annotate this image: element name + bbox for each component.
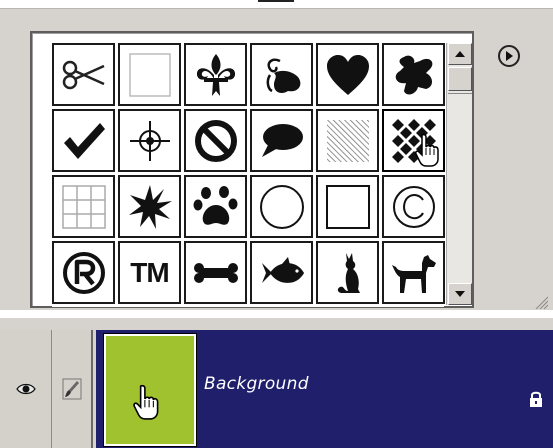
diagonal-lines-icon bbox=[326, 119, 369, 162]
heart-icon bbox=[326, 54, 369, 95]
paw-print-icon bbox=[193, 185, 237, 225]
shape-dog[interactable] bbox=[382, 241, 445, 304]
blank-frame-icon bbox=[128, 52, 171, 97]
layer-visibility-toggle[interactable] bbox=[0, 330, 52, 448]
fleur-de-lis-icon bbox=[196, 53, 235, 96]
shape-grid[interactable] bbox=[52, 175, 115, 238]
lock-icon bbox=[530, 391, 542, 407]
shape-circle[interactable] bbox=[250, 175, 313, 238]
ornament-icon bbox=[266, 57, 300, 93]
shape-ornament[interactable] bbox=[250, 43, 313, 106]
speech-bubble-icon bbox=[261, 123, 303, 157]
play-arrow-icon bbox=[506, 51, 513, 61]
shape-diagonal-lines[interactable] bbox=[316, 109, 379, 172]
fish-icon bbox=[261, 256, 304, 283]
cat-icon bbox=[337, 252, 360, 293]
grid-icon bbox=[61, 184, 106, 229]
dog-icon bbox=[391, 254, 436, 293]
scroll-up-button[interactable] bbox=[448, 43, 472, 65]
registered-icon bbox=[62, 251, 105, 294]
trademark-label: TM bbox=[130, 256, 169, 288]
shape-square[interactable] bbox=[316, 175, 379, 238]
panel-gap bbox=[0, 310, 553, 318]
shape-speech-bubble[interactable] bbox=[250, 109, 313, 172]
shape-fish[interactable] bbox=[250, 241, 313, 304]
shape-picker-frame: TM bbox=[30, 31, 474, 308]
shape-bone[interactable] bbox=[184, 241, 247, 304]
shape-registered[interactable] bbox=[52, 241, 115, 304]
top-strip bbox=[0, 0, 553, 8]
layer-row-background[interactable]: Background bbox=[0, 318, 553, 448]
top-notch bbox=[258, 0, 294, 2]
target-icon bbox=[129, 120, 170, 161]
shape-blank-frame[interactable] bbox=[118, 43, 181, 106]
arrow-up-icon bbox=[455, 51, 465, 57]
shape-grid: TM bbox=[52, 43, 445, 307]
shape-cat[interactable] bbox=[316, 241, 379, 304]
shape-no-symbol[interactable] bbox=[184, 109, 247, 172]
paintbrush-icon bbox=[62, 378, 82, 400]
custom-shape-picker-panel: TM bbox=[0, 8, 553, 310]
copyright-icon bbox=[392, 185, 435, 228]
layer-name[interactable]: Background bbox=[204, 374, 309, 394]
layer-body[interactable]: Background bbox=[96, 330, 553, 448]
layer-brush-link-toggle[interactable] bbox=[53, 330, 93, 448]
eye-icon bbox=[15, 383, 36, 395]
shape-trademark[interactable]: TM bbox=[118, 241, 181, 304]
scroll-down-button[interactable] bbox=[448, 283, 472, 305]
resize-grip-icon[interactable] bbox=[530, 295, 548, 309]
panel-menu-button[interactable] bbox=[498, 45, 520, 67]
square-icon bbox=[325, 184, 370, 229]
arrow-down-icon bbox=[455, 291, 465, 297]
shape-scissors[interactable] bbox=[52, 43, 115, 106]
shape-diamond-pattern[interactable] bbox=[382, 109, 445, 172]
shape-paw-print[interactable] bbox=[184, 175, 247, 238]
starburst-icon bbox=[128, 184, 172, 229]
puzzle-piece-icon bbox=[395, 55, 432, 94]
bone-icon bbox=[193, 262, 238, 283]
layer-thumbnail[interactable] bbox=[103, 333, 197, 447]
shape-puzzle-piece[interactable] bbox=[382, 43, 445, 106]
shape-picker-scrollbar[interactable] bbox=[446, 43, 472, 305]
shape-fleur-de-lis[interactable] bbox=[184, 43, 247, 106]
diamond-pattern-icon bbox=[391, 118, 436, 163]
circle-icon bbox=[259, 184, 304, 229]
no-symbol-icon bbox=[194, 119, 237, 162]
scroll-track-line bbox=[448, 93, 472, 94]
scissors-icon bbox=[62, 60, 105, 89]
shape-target[interactable] bbox=[118, 109, 181, 172]
shape-checkmark[interactable] bbox=[52, 109, 115, 172]
shape-copyright[interactable] bbox=[382, 175, 445, 238]
shape-starburst[interactable] bbox=[118, 175, 181, 238]
checkmark-icon bbox=[63, 122, 105, 159]
shape-heart[interactable] bbox=[316, 43, 379, 106]
scroll-thumb[interactable] bbox=[448, 67, 472, 91]
